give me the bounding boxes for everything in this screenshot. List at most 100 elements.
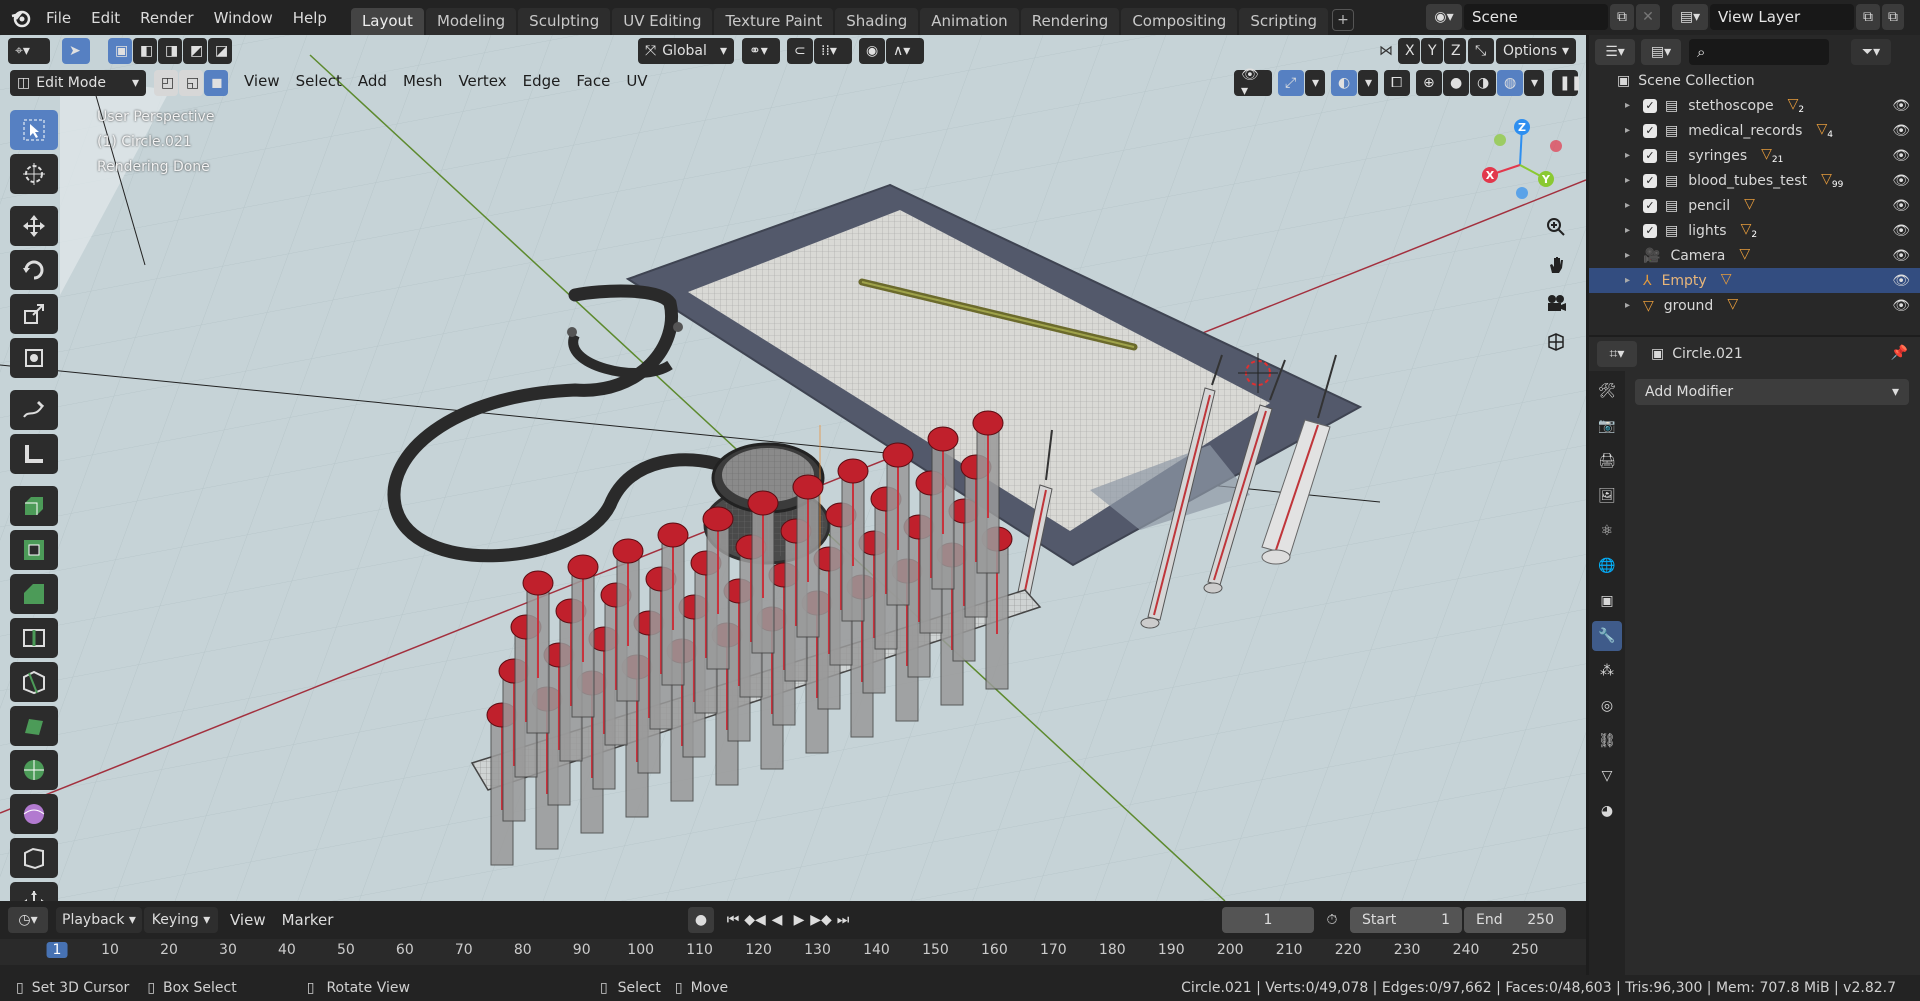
particles-tab-icon[interactable]: ⁂: [1592, 656, 1622, 686]
falloff-icon[interactable]: ∧▾: [886, 38, 924, 64]
object-data-icon[interactable]: ▽: [1721, 271, 1732, 290]
record-icon[interactable]: ●: [688, 907, 714, 933]
select-subtract-icon[interactable]: ◨: [158, 38, 182, 64]
new-scene-icon[interactable]: ⧉: [1610, 4, 1634, 30]
overlay-toggle-icon[interactable]: ◐: [1331, 70, 1357, 96]
frame-ruler[interactable]: 1 10 20 30 40 50 60 70 80 90 100 110 120 130 140 150 160…: [0, 939, 1586, 965]
menu-file[interactable]: File: [36, 4, 81, 32]
outliner-row-syringes[interactable]: ▸ ✓ ▤ syringes ▽21 👁: [1589, 143, 1920, 168]
tab-scripting[interactable]: Scripting: [1239, 8, 1329, 35]
menu-add[interactable]: Add: [350, 72, 395, 90]
expand-arrow-icon[interactable]: ▸: [1625, 100, 1639, 111]
mirror-z[interactable]: Z: [1444, 38, 1466, 64]
poly-build-tool-icon[interactable]: [10, 706, 58, 746]
modifier-tab-icon[interactable]: 🔧: [1592, 621, 1622, 651]
timeline-menu-marker[interactable]: Marker: [274, 911, 342, 929]
select-intersect-icon[interactable]: ◪: [208, 38, 232, 64]
cursor-tool-icon[interactable]: [10, 154, 58, 194]
tab-compositing[interactable]: Compositing: [1121, 8, 1238, 35]
solid-shading-icon[interactable]: ●: [1443, 70, 1469, 96]
snap-toggle-icon[interactable]: ⊂: [787, 38, 813, 64]
jump-end-icon[interactable]: ⏭: [832, 907, 854, 933]
expand-arrow-icon[interactable]: ▸: [1625, 150, 1639, 161]
bevel-tool-icon[interactable]: [10, 574, 58, 614]
exclude-checkbox[interactable]: ✓: [1643, 198, 1657, 213]
rotate-tool-icon[interactable]: [10, 250, 58, 290]
tab-uv-editing[interactable]: UV Editing: [612, 8, 713, 35]
play-reverse-icon[interactable]: ◀: [766, 907, 788, 933]
menu-help[interactable]: Help: [283, 4, 337, 32]
scene-tab-icon[interactable]: ⚛: [1592, 516, 1622, 546]
eye-visibility-icon[interactable]: 👁: [1892, 273, 1910, 289]
play-icon[interactable]: ▶: [788, 907, 810, 933]
tab-shading[interactable]: Shading: [835, 8, 919, 35]
object-data-icon[interactable]: ▽99: [1821, 171, 1843, 190]
view-layer-browse-icon[interactable]: ▤▾: [1672, 4, 1708, 30]
tab-rendering[interactable]: Rendering: [1020, 8, 1120, 35]
outliner-row-blood_tubes_test[interactable]: ▸ ✓ ▤ blood_tubes_test ▽99 👁: [1589, 168, 1920, 193]
outliner-editor-type-icon[interactable]: ☰▾: [1595, 39, 1635, 65]
visibility-icon[interactable]: 👁▾: [1234, 67, 1272, 99]
add-modifier-dropdown[interactable]: Add Modifier ▾: [1635, 379, 1909, 405]
outliner-row-stethoscope[interactable]: ▸ ✓ ▤ stethoscope ▽2 👁: [1589, 93, 1920, 118]
eye-visibility-icon[interactable]: 👁: [1892, 223, 1910, 239]
expand-arrow-icon[interactable]: ▸: [1625, 200, 1639, 211]
spin-tool-icon[interactable]: [10, 750, 58, 790]
zoom-icon[interactable]: [1540, 211, 1572, 243]
extrude-tool-icon[interactable]: [10, 486, 58, 526]
select-tool-icon[interactable]: ➤: [62, 38, 90, 64]
transform-orientation-dropdown[interactable]: ⤧ Global ▾: [638, 38, 734, 64]
outliner-row-pencil[interactable]: ▸ ✓ ▤ pencil ▽ 👁: [1589, 193, 1920, 218]
outliner-row-ground[interactable]: ▸ ▽ ground ▽ 👁: [1589, 293, 1920, 318]
add-workspace-button[interactable]: +: [1332, 9, 1355, 31]
new-view-layer-icon[interactable]: ⧉: [1856, 4, 1880, 30]
outliner-search-input[interactable]: ⌕: [1689, 39, 1829, 65]
shrink-fatten-tool-icon[interactable]: [10, 882, 58, 901]
smooth-tool-icon[interactable]: [10, 794, 58, 834]
expand-arrow-icon[interactable]: ▸: [1625, 300, 1639, 311]
eye-visibility-icon[interactable]: 👁: [1892, 198, 1910, 214]
eye-visibility-icon[interactable]: 👁: [1892, 148, 1910, 164]
outliner-row-camera[interactable]: ▸ 🎥 Camera ▽ 👁: [1589, 243, 1920, 268]
edge-slide-tool-icon[interactable]: [10, 838, 58, 878]
annotate-tool-icon[interactable]: [10, 390, 58, 430]
mirror-x[interactable]: X: [1398, 38, 1420, 64]
blender-logo-icon[interactable]: [6, 3, 36, 33]
delete-view-layer-icon[interactable]: ⧉: [1882, 4, 1904, 30]
editor-type-icon[interactable]: ⌖▾: [8, 38, 50, 64]
transform-tool-icon[interactable]: [10, 338, 58, 378]
render-tab-icon[interactable]: 📷: [1592, 411, 1622, 441]
measure-tool-icon[interactable]: [10, 434, 58, 474]
navigation-gizmo[interactable]: Z X Y: [1472, 113, 1568, 209]
scene-name-field[interactable]: Scene: [1464, 4, 1608, 30]
object-tab-icon[interactable]: ▣: [1592, 586, 1622, 616]
menu-mesh[interactable]: Mesh: [395, 72, 451, 90]
material-shading-icon[interactable]: ◑: [1470, 70, 1496, 96]
shading-dropdown-icon[interactable]: ▾: [1524, 70, 1544, 96]
object-data-icon[interactable]: ▽4: [1816, 121, 1833, 140]
exclude-checkbox[interactable]: ✓: [1643, 223, 1657, 238]
menu-select[interactable]: Select: [288, 72, 350, 90]
mode-dropdown[interactable]: ◫ Edit Mode ▾: [10, 70, 146, 96]
filter-icon[interactable]: ⏷▾: [1851, 39, 1891, 65]
keying-dropdown[interactable]: Keying ▾: [144, 907, 218, 933]
3d-viewport[interactable]: ⌖▾ ➤ ▣ ◧ ◨ ◩ ◪ ⤧ Global ▾ ⚭▾ ⊂ ⁞⁞▾ ◉ ∧▾ ⋈ …: [0, 35, 1586, 901]
menu-uv[interactable]: UV: [618, 72, 655, 90]
scene-browse-icon[interactable]: ◉▾: [1426, 4, 1462, 30]
object-data-icon[interactable]: ▽21: [1761, 146, 1783, 165]
menu-view[interactable]: View: [236, 72, 288, 90]
object-data-icon[interactable]: ▽2: [1788, 96, 1805, 115]
pin-icon[interactable]: 📌: [1891, 345, 1908, 361]
jump-start-icon[interactable]: ⏮: [722, 907, 744, 933]
menu-face[interactable]: Face: [568, 72, 618, 90]
properties-editor-type-icon[interactable]: ⌗▾: [1597, 341, 1637, 367]
tab-modeling[interactable]: Modeling: [425, 8, 517, 35]
wireframe-shading-icon[interactable]: ⊕: [1416, 70, 1442, 96]
start-frame-field[interactable]: Start 1: [1350, 907, 1462, 933]
expand-arrow-icon[interactable]: ▸: [1625, 250, 1639, 261]
view-layer-name-field[interactable]: View Layer: [1710, 4, 1854, 30]
exclude-checkbox[interactable]: ✓: [1643, 173, 1657, 188]
pause-render-icon[interactable]: ❚❚: [1552, 70, 1582, 96]
menu-vertex[interactable]: Vertex: [450, 72, 514, 90]
select-box-tool-icon[interactable]: [10, 110, 58, 150]
